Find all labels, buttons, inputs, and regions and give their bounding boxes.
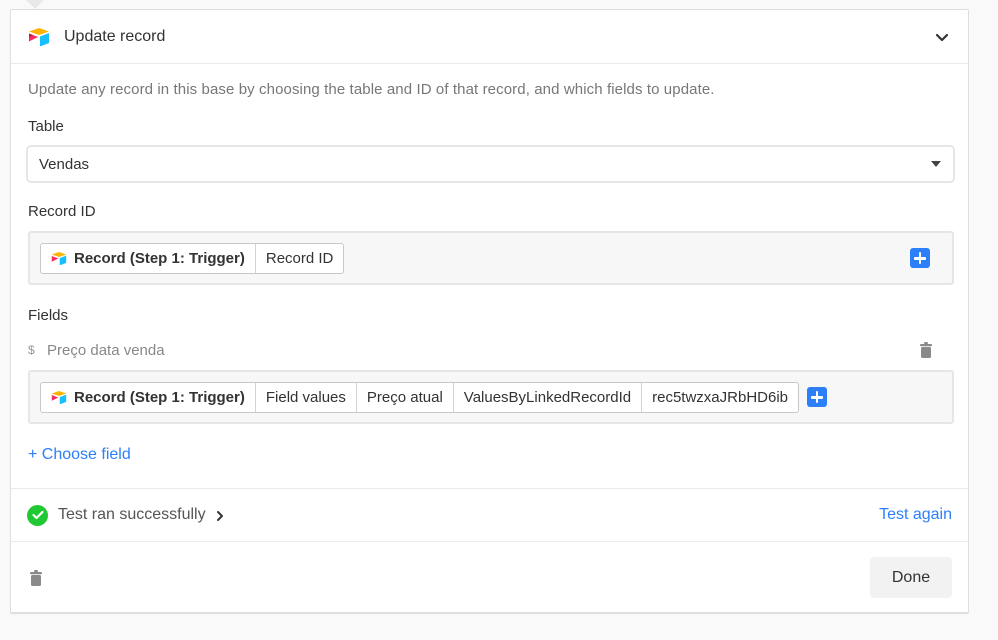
check-circle-icon — [27, 504, 48, 526]
fields-label: Fields — [28, 307, 69, 324]
token-step-record[interactable]: Record (Step 1: Trigger) — [41, 383, 255, 412]
record-id-token-group[interactable]: Record (Step 1: Trigger) Record ID — [40, 242, 345, 274]
panel-body: Update any record in this base by choosi… — [11, 81, 968, 464]
test-status-row: Test ran successfully Test again — [11, 488, 968, 542]
currency-icon: $ — [28, 343, 35, 357]
table-label: Table — [28, 118, 64, 135]
token-label: Record (Step 1: Trigger) — [74, 249, 245, 267]
panel-header[interactable]: Update record — [11, 10, 968, 64]
table-select[interactable]: Vendas — [26, 145, 955, 183]
token-field-values[interactable]: Field values — [254, 382, 356, 412]
token-record-id[interactable]: Record ID — [254, 243, 344, 273]
token-record-value[interactable]: rec5twzxaJRbHD6ib — [641, 382, 798, 412]
trash-icon[interactable] — [920, 342, 932, 358]
test-again-link[interactable]: Test again — [879, 506, 952, 524]
token-label: Record (Step 1: Trigger) — [74, 388, 245, 406]
field-item-header: $ Preço data venda — [28, 339, 952, 361]
chevron-down-icon[interactable] — [934, 29, 950, 45]
token-values-by-linked-record-id[interactable]: ValuesByLinkedRecordId — [452, 382, 641, 412]
update-record-panel: Update record Update any record in this … — [10, 9, 969, 614]
chevron-right-icon[interactable] — [216, 509, 224, 521]
delete-step-trash-icon[interactable] — [30, 569, 42, 586]
popover-notch — [25, 0, 45, 9]
add-token-button[interactable] — [807, 387, 828, 407]
token-preco-atual[interactable]: Preço atual — [355, 382, 453, 412]
airtable-logo-icon — [51, 390, 67, 404]
caret-down-icon — [931, 161, 941, 167]
field-value-input[interactable]: Record (Step 1: Trigger) Field values Pr… — [28, 370, 954, 424]
test-status-text[interactable]: Test ran successfully — [58, 506, 206, 524]
description-text: Update any record in this base by choosi… — [28, 81, 715, 98]
field-name: Preço data venda — [47, 341, 165, 359]
panel-title: Update record — [64, 27, 166, 45]
done-button[interactable]: Done — [870, 557, 952, 598]
panel-footer: Done — [11, 542, 968, 613]
record-id-input[interactable]: Record (Step 1: Trigger) Record ID — [28, 231, 954, 285]
field-token-group[interactable]: Record (Step 1: Trigger) Field values Pr… — [40, 381, 800, 413]
token-step-record[interactable]: Record (Step 1: Trigger) — [41, 244, 255, 273]
add-token-button[interactable] — [910, 248, 930, 268]
record-id-label: Record ID — [28, 203, 96, 220]
table-select-value: Vendas — [39, 155, 90, 173]
airtable-logo-icon — [28, 27, 50, 46]
airtable-logo-icon — [51, 251, 67, 265]
choose-field-link[interactable]: + Choose field — [28, 446, 131, 464]
